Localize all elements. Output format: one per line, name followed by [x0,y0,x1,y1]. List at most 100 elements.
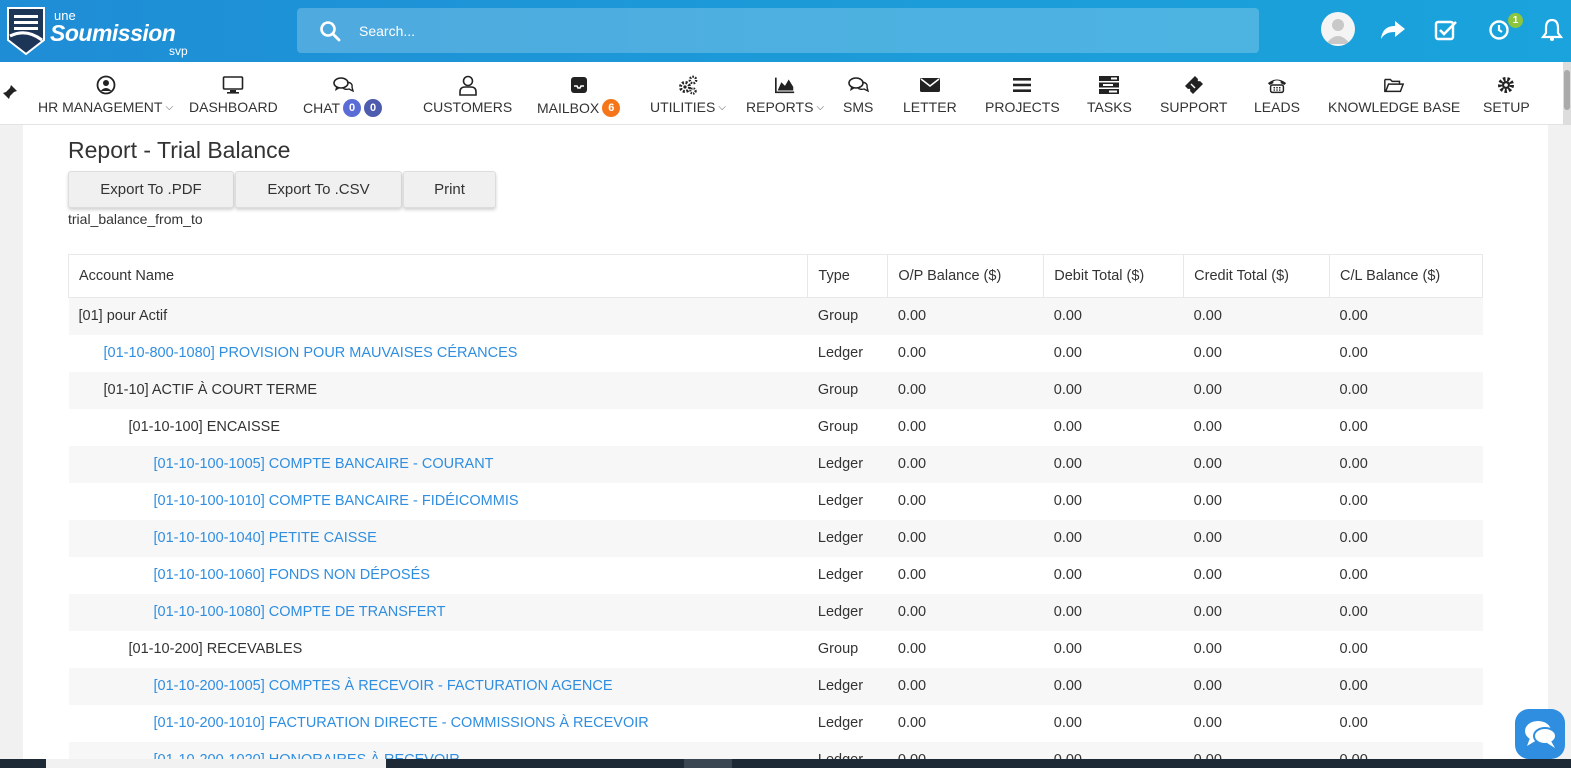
logo[interactable]: une Soumission svp [4,4,194,58]
cell-credit-total: 0.00 [1183,371,1330,409]
menu-item-chat[interactable]: CHAT 0 0 [303,62,383,125]
column-header-debit-total[interactable]: Debit Total ($) [1043,254,1185,298]
ledger-account-link[interactable]: [01-10-200-1010] FACTURATION DIRECTE - C… [154,715,649,731]
cell-type: Ledger [807,334,888,372]
cell-debit-total: 0.00 [1043,593,1184,631]
cell-op-balance: 0.00 [887,408,1044,446]
cell-credit-total: 0.00 [1183,593,1330,631]
checkbox-icon[interactable] [1429,12,1463,48]
menu-item-setup[interactable]: SETUP [1483,62,1530,125]
search-icon[interactable] [319,20,341,42]
pin-icon[interactable] [2,84,18,100]
menu-item-reports[interactable]: REPORTS ⌵ [746,62,824,125]
menu-item-utilities[interactable]: UTILITIES ⌵ [650,62,726,125]
top-bar: une Soumission svp 1 [0,0,1571,62]
ledger-account-link[interactable]: [01-10-100-1005] COMPTE BANCAIRE - COURA… [154,456,494,472]
menu-item-leads[interactable]: LEADS [1254,62,1300,125]
table-row: [01-10-100] ENCAISSE Group 0.00 0.00 0.00 0.0… [68,408,1483,446]
cell-credit-total: 0.00 [1183,408,1330,446]
area-chart-icon [774,74,796,96]
cell-type: Ledger [807,482,888,520]
group-account-name: [01-10-200] RECEVABLES [128,641,303,657]
column-header-cl-balance[interactable]: C/L Balance ($) [1329,254,1483,298]
os-taskbar [0,759,1571,768]
cell-debit-total: 0.00 [1043,630,1184,668]
cell-credit-total: 0.00 [1183,630,1330,668]
column-header-op-balance[interactable]: O/P Balance ($) [887,254,1045,298]
cell-credit-total: 0.00 [1183,334,1330,372]
cell-debit-total: 0.00 [1043,482,1184,520]
sms-icon [847,74,870,96]
table-row: [01-10-200-1010] FACTURATION DIRECTE - C… [68,704,1483,742]
cell-op-balance: 0.00 [887,519,1044,557]
live-chat-button[interactable] [1515,709,1565,759]
group-account-name: [01-10-100] ENCAISSE [128,419,281,435]
menu-label: SETUP [1483,99,1530,115]
menu-item-tasks[interactable]: TASKS [1087,62,1132,125]
table-row: [01-10-100-1010] COMPTE BANCAIRE - FIDÉI… [68,482,1483,520]
cell-account-name: [01] pour Actif [68,297,808,335]
cell-account-name: [01-10-200] RECEVABLES [68,630,808,668]
menu-label: LETTER [903,99,957,115]
cell-type: Ledger [807,445,888,483]
cell-debit-total: 0.00 [1043,297,1184,335]
report-date-range: trial_balance_from_to [68,211,203,227]
cell-type: Group [807,297,888,335]
menu-item-knowledge-base[interactable]: KNOWLEDGE BASE [1328,62,1460,125]
cell-account-name: [01-10-100-1005] COMPTE BANCAIRE - COURA… [68,445,808,483]
menu-scrollbar-thumb[interactable] [1564,70,1570,110]
share-icon[interactable] [1376,12,1410,48]
user-avatar[interactable] [1321,12,1355,46]
search-input[interactable] [359,8,1239,53]
menu-item-support[interactable]: SUPPORT [1160,62,1227,125]
cell-credit-total: 0.00 [1183,445,1330,483]
content-panel: Report - Trial Balance Export To .PDF Ex… [23,125,1548,768]
cell-type: Group [807,630,888,668]
ledger-account-link[interactable]: [01-10-800-1080] PROVISION POUR MAUVAISE… [104,345,518,361]
cell-account-name: [01-10] ACTIF À COURT TERME [68,371,808,409]
ledger-account-link[interactable]: [01-10-100-1010] COMPTE BANCAIRE - FIDÉI… [154,493,519,509]
menu-item-hr-management[interactable]: HR MANAGEMENT ⌵ [38,62,173,125]
cell-op-balance: 0.00 [887,556,1044,594]
avatar-icon [1326,19,1350,44]
menu-item-dashboard[interactable]: DASHBOARD [189,62,278,125]
menu-item-mailbox[interactable]: MAILBOX 6 [537,62,621,125]
cell-debit-total: 0.00 [1043,667,1184,705]
cell-type: Ledger [807,593,888,631]
table-row: [01-10-100-1060] FONDS NON DÉPOSÉS Ledger… [68,556,1483,594]
menu-item-letter[interactable]: LETTER [903,62,957,125]
column-header-credit-total[interactable]: Credit Total ($) [1183,254,1331,298]
column-header-account-name[interactable]: Account Name [67,254,809,298]
ledger-account-link[interactable]: [01-10-100-1060] FONDS NON DÉPOSÉS [154,567,430,583]
cell-op-balance: 0.00 [887,704,1044,742]
ledger-account-link[interactable]: [01-10-100-1080] COMPTE DE TRANSFERT [154,604,446,620]
taskbar-segment [684,759,732,768]
bell-icon[interactable] [1535,12,1569,48]
table-row: [01-10-100-1005] COMPTE BANCAIRE - COURA… [68,445,1483,483]
chevron-down-icon: ⌵ [718,101,726,113]
cell-type: Ledger [807,519,888,557]
menu-scrollbar[interactable] [1563,62,1571,125]
export-pdf-button[interactable]: Export To .PDF [68,171,234,208]
table-row: [01-10-200] RECEVABLES Group 0.00 0.00 0.00 0… [68,630,1483,668]
cell-op-balance: 0.00 [887,593,1044,631]
column-header-type[interactable]: Type [807,254,889,298]
export-csv-button[interactable]: Export To .CSV [235,171,402,208]
ledger-account-link[interactable]: [01-10-200-1005] COMPTES À RECEVOIR - FA… [154,678,613,694]
cell-debit-total: 0.00 [1043,408,1184,446]
menu-item-customers[interactable]: CUSTOMERS [423,62,512,125]
menu-label: TASKS [1087,99,1132,115]
print-button[interactable]: Print [403,171,496,208]
table-row: [01] pour Actif Group 0.00 0.00 0.00 0.00 [68,297,1483,335]
menu-label: UTILITIES [650,99,716,115]
menu-item-projects[interactable]: PROJECTS [985,62,1060,125]
monitor-icon [222,74,244,96]
logo-badge-icon [7,7,45,56]
ledger-account-link[interactable]: [01-10-100-1040] PETITE CAISSE [154,530,377,546]
tasks-icon [1098,74,1120,96]
menu-item-sms[interactable]: SMS [843,62,873,125]
bars-icon [1011,74,1033,96]
cell-cl-balance: 0.00 [1329,482,1483,520]
cell-credit-total: 0.00 [1183,519,1330,557]
cell-account-name: [01-10-100-1010] COMPTE BANCAIRE - FIDÉI… [68,482,808,520]
